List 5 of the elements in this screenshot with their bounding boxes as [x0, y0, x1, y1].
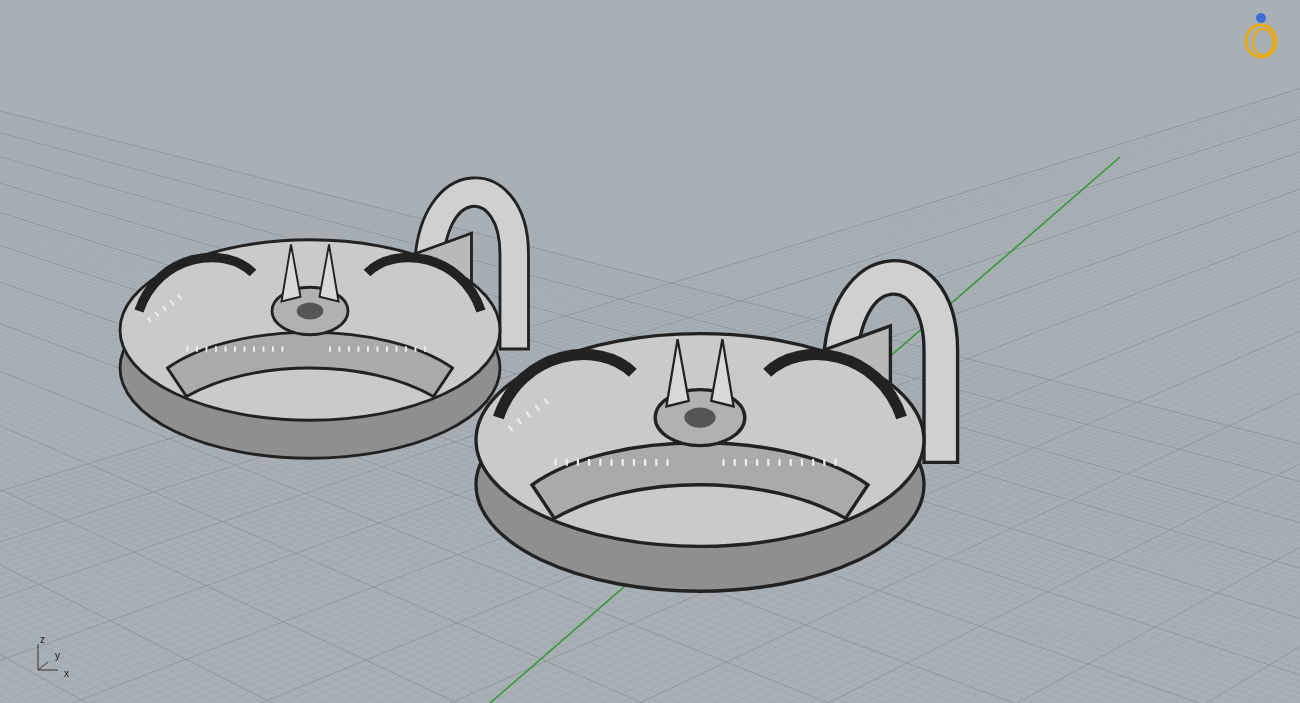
ring-logo-icon: [1243, 10, 1279, 60]
axis-label: x: [64, 669, 69, 679]
axis-label: z: [40, 635, 45, 645]
axis-triad-icon: [34, 642, 60, 672]
axis-label: y: [55, 651, 60, 661]
